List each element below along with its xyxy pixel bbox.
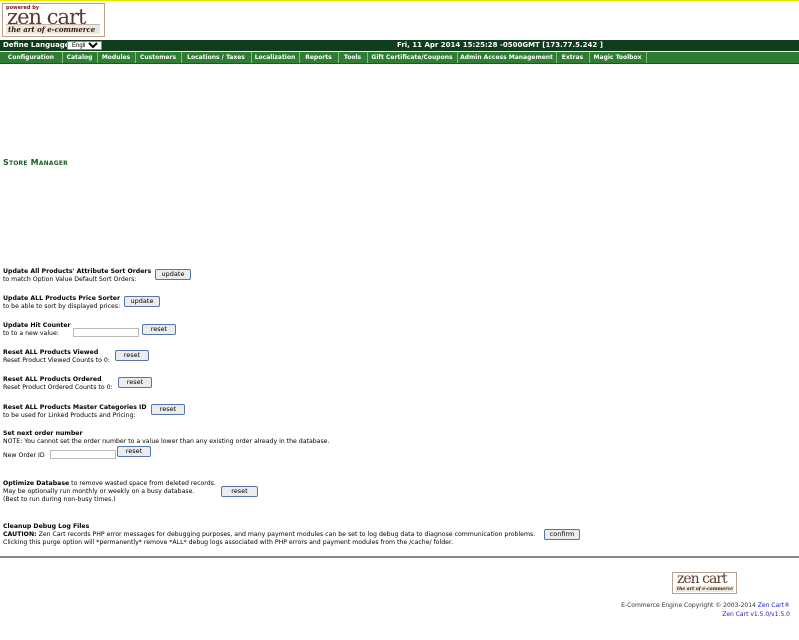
optimize-line3: (Best to run during non-busy times.) bbox=[3, 496, 116, 503]
reset-products-ordered-button[interactable]: reset bbox=[118, 377, 152, 388]
new-order-id-input[interactable] bbox=[50, 450, 116, 459]
products-ordered-section: Reset ALL Products Ordered Reset Product… bbox=[3, 376, 113, 392]
debug-logs-title: Cleanup Debug Log Files bbox=[3, 523, 90, 530]
page-title: Store Manager bbox=[3, 158, 68, 167]
confirm-debug-cleanup-button[interactable]: confirm bbox=[544, 529, 580, 540]
menu-tools[interactable]: Tools bbox=[338, 52, 368, 63]
menu-admin-access-management[interactable]: Admin Access Management bbox=[457, 52, 557, 63]
define-language-label: Define Language: bbox=[3, 41, 73, 49]
menu-modules[interactable]: Modules bbox=[97, 52, 136, 63]
zen-cart-link[interactable]: Zen Cart® bbox=[758, 602, 790, 609]
optimize-line1: Optimize Database to remove wasted space… bbox=[3, 480, 216, 488]
next-order-section: Set next order number NOTE: You cannot s… bbox=[3, 430, 329, 446]
debug-logs-line2: Clicking this purge option will *permane… bbox=[3, 539, 453, 546]
update-sort-orders-button[interactable]: update bbox=[155, 269, 191, 280]
logo-tagline: the art of e-commerce bbox=[8, 25, 96, 34]
version-link[interactable]: Zen Cart v1.5.0/v1.5.0 bbox=[560, 610, 790, 619]
datetime-display: Fri, 11 Apr 2014 15:25:28 -0500GMT [173.… bbox=[397, 41, 603, 49]
footer-copyright: E-Commerce Engine Copyright © 2003-2014 … bbox=[560, 601, 790, 619]
price-sorter-desc: to be able to sort by displayed prices: bbox=[3, 303, 121, 310]
hit-counter-desc: to to a new value: bbox=[3, 330, 59, 337]
optimize-title: Optimize Database bbox=[3, 480, 70, 487]
optimize-line2: May be optionally run monthly or weekly … bbox=[3, 488, 195, 495]
products-ordered-title: Reset ALL Products Ordered bbox=[3, 376, 102, 383]
sort-orders-title: Update All Products' Attribute Sort Orde… bbox=[3, 268, 152, 275]
master-categories-desc: to be used for Linked Products and Prici… bbox=[3, 412, 136, 419]
products-viewed-section: Reset ALL Products Viewed Reset Product … bbox=[3, 349, 110, 365]
menu-reports[interactable]: Reports bbox=[299, 52, 339, 63]
reset-master-categories-button[interactable]: reset bbox=[151, 404, 185, 415]
products-viewed-desc: Reset Product Viewed Counts to 0: bbox=[3, 357, 110, 364]
debug-logs-caution: CAUTION: Zen Cart records PHP error mess… bbox=[3, 531, 535, 539]
price-sorter-section: Update ALL Products Price Sorter to be a… bbox=[3, 295, 120, 311]
menu-extras[interactable]: Extras bbox=[556, 52, 590, 63]
debug-logs-section: Cleanup Debug Log Files CAUTION: Zen Car… bbox=[3, 523, 535, 547]
admin-menu-bar: Configuration Catalog Modules Customers … bbox=[0, 52, 799, 64]
hit-counter-section: Update Hit Counter to to a new value: bbox=[3, 322, 71, 338]
products-ordered-desc: Reset Product Ordered Counts to 0: bbox=[3, 384, 113, 391]
menu-locations-taxes[interactable]: Locations / Taxes bbox=[181, 52, 252, 63]
master-categories-title: Reset ALL Products Master Categories ID bbox=[3, 404, 147, 411]
top-border-line bbox=[0, 0, 799, 1]
footer-logo-tagline: the art of e-commerce bbox=[677, 587, 734, 592]
copyright-line: E-Commerce Engine Copyright © 2003-2014 … bbox=[560, 601, 790, 610]
menu-configuration[interactable]: Configuration bbox=[0, 52, 63, 63]
menu-catalog[interactable]: Catalog bbox=[62, 52, 98, 63]
products-viewed-title: Reset ALL Products Viewed bbox=[3, 349, 99, 356]
master-categories-section: Reset ALL Products Master Categories ID … bbox=[3, 404, 147, 420]
caution-text: Zen Cart records PHP error messages for … bbox=[36, 531, 536, 538]
footer-logo-text: zen cart bbox=[677, 571, 728, 587]
caution-label: CAUTION: bbox=[3, 531, 37, 538]
next-order-title: Set next order number bbox=[3, 430, 83, 437]
menu-magic-toolbox[interactable]: Magic Toolbox bbox=[589, 52, 647, 63]
reset-order-number-button[interactable]: reset bbox=[117, 446, 151, 457]
reset-optimize-button[interactable]: reset bbox=[221, 486, 258, 497]
hit-counter-input[interactable] bbox=[73, 328, 139, 337]
optimize-title-rest: to remove wasted space from deleted reco… bbox=[69, 480, 216, 487]
new-order-id-label: New Order ID bbox=[3, 452, 45, 459]
footer-zen-cart-logo[interactable]: zen cart the art of e-commerce bbox=[672, 571, 737, 594]
language-date-bar: Define Language: English Fri, 11 Apr 201… bbox=[0, 40, 799, 51]
zen-cart-logo[interactable]: powered by zen cart the art of e-commerc… bbox=[2, 3, 105, 37]
menu-customers[interactable]: Customers bbox=[135, 52, 182, 63]
reset-products-viewed-button[interactable]: reset bbox=[115, 350, 149, 361]
hit-counter-title: Update Hit Counter bbox=[3, 322, 71, 329]
menu-gift-certificate-coupons[interactable]: Gift Certificate/Coupons bbox=[367, 52, 458, 63]
next-order-note: NOTE: You cannot set the order number to… bbox=[3, 438, 330, 445]
sort-orders-section: Update All Products' Attribute Sort Orde… bbox=[3, 268, 151, 284]
sort-orders-desc: to match Option Value Default Sort Order… bbox=[3, 276, 137, 283]
footer-divider bbox=[0, 556, 799, 558]
copyright-text: E-Commerce Engine Copyright © 2003-2014 bbox=[621, 602, 758, 609]
language-select[interactable]: English bbox=[67, 41, 102, 50]
menu-localization[interactable]: Localization bbox=[251, 52, 300, 63]
reset-hit-counter-button[interactable]: reset bbox=[142, 324, 176, 335]
optimize-section: Optimize Database to remove wasted space… bbox=[3, 480, 216, 504]
price-sorter-title: Update ALL Products Price Sorter bbox=[3, 295, 121, 302]
update-price-sorter-button[interactable]: update bbox=[124, 296, 160, 307]
